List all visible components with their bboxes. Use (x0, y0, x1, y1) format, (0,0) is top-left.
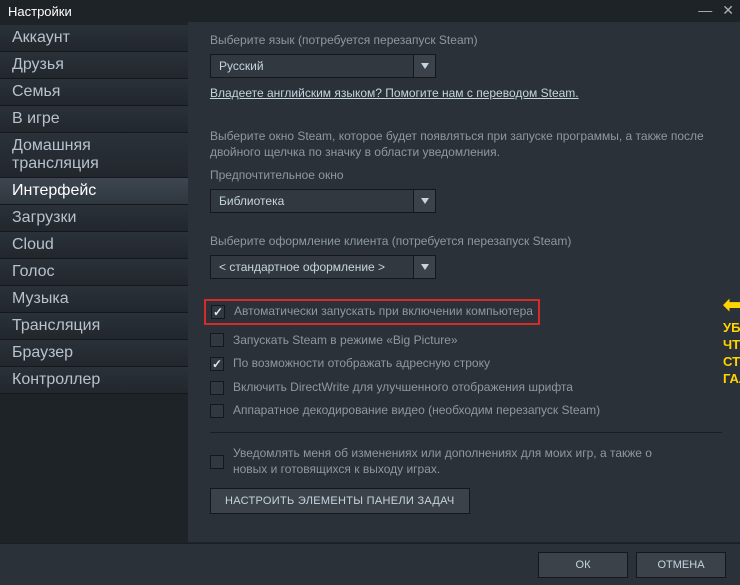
footer: ОК ОТМЕНА (0, 543, 740, 585)
checkbox-label-0: Автоматически запускать при включении ко… (234, 304, 533, 320)
sidebar-item-9[interactable]: Музыка (0, 286, 188, 313)
checkbox-row-4[interactable]: Аппаратное декодирование видео (необходи… (210, 400, 722, 422)
checkbox-label-3: Включить DirectWrite для улучшенного ото… (233, 380, 573, 396)
close-icon[interactable]: ✕ (722, 2, 734, 19)
sidebar-item-6[interactable]: Загрузки (0, 205, 188, 232)
language-label: Выберите язык (потребуется перезапуск St… (210, 32, 722, 48)
checkbox-row-2[interactable]: По возможности отображать адресную строк… (210, 353, 722, 375)
sidebar-item-0[interactable]: Аккаунт (0, 25, 188, 52)
checkbox-0[interactable] (211, 305, 225, 319)
window-title: Настройки (8, 4, 72, 19)
sidebar: АккаунтДрузьяСемьяВ игреДомашняя трансля… (0, 22, 188, 542)
checkbox-label-2: По возможности отображать адресную строк… (233, 356, 490, 372)
arrow-left-icon: ⬅ (723, 294, 740, 316)
annotation-text: Убедитесь, что здесь стоит галочка! (723, 320, 740, 388)
checkbox-label-1: Запускать Steam в режиме «Big Picture» (233, 333, 458, 349)
sidebar-item-1[interactable]: Друзья (0, 52, 188, 79)
pref-window-dropdown[interactable]: Библиотека (210, 189, 436, 213)
titlebar: Настройки — ✕ (0, 0, 740, 22)
separator (210, 432, 722, 433)
language-value: Русский (210, 54, 414, 78)
window-select-label: Выберите окно Steam, которое будет появл… (210, 128, 722, 160)
sidebar-item-11[interactable]: Браузер (0, 340, 188, 367)
checkbox-row-3[interactable]: Включить DirectWrite для улучшенного ото… (210, 377, 722, 399)
notify-label: Уведомлять меня об изменениях или дополн… (233, 446, 663, 477)
sidebar-item-12[interactable]: Контроллер (0, 367, 188, 394)
translate-link[interactable]: Владеете английским языком? Помогите нам… (210, 86, 579, 100)
checkbox-2[interactable] (210, 357, 224, 371)
pref-window-label: Предпочтительное окно (210, 167, 722, 183)
sidebar-item-2[interactable]: Семья (0, 79, 188, 106)
main-panel: Выберите язык (потребуется перезапуск St… (188, 22, 740, 542)
skin-label: Выберите оформление клиента (потребуется… (210, 233, 722, 249)
notify-checkbox[interactable] (210, 455, 224, 469)
chevron-down-icon[interactable] (414, 54, 436, 78)
sidebar-item-7[interactable]: Cloud (0, 232, 188, 259)
checkbox-1[interactable] (210, 333, 224, 347)
sidebar-item-5[interactable]: Интерфейс (0, 178, 188, 205)
checkbox-3[interactable] (210, 381, 224, 395)
skin-value: < стандартное оформление > (210, 255, 414, 279)
minimize-icon[interactable]: — (698, 2, 712, 19)
sidebar-item-3[interactable]: В игре (0, 106, 188, 133)
pref-window-value: Библиотека (210, 189, 414, 213)
sidebar-item-4[interactable]: Домашняя трансляция (0, 133, 188, 178)
checkbox-row-1[interactable]: Запускать Steam в режиме «Big Picture» (210, 330, 722, 352)
checkbox-row-0[interactable]: Автоматически запускать при включении ко… (204, 299, 540, 325)
window-controls: — ✕ (698, 2, 734, 19)
checkbox-4[interactable] (210, 404, 224, 418)
annotation: ⬅ Убедитесь, что здесь стоит галочка! (723, 294, 740, 388)
checkbox-label-4: Аппаратное декодирование видео (необходи… (233, 403, 600, 419)
content: АккаунтДрузьяСемьяВ игреДомашняя трансля… (0, 22, 740, 542)
language-dropdown[interactable]: Русский (210, 54, 436, 78)
ok-button[interactable]: ОК (538, 552, 628, 578)
notify-checkbox-row[interactable]: Уведомлять меня об изменениях или дополн… (210, 443, 722, 480)
sidebar-item-8[interactable]: Голос (0, 259, 188, 286)
chevron-down-icon[interactable] (414, 189, 436, 213)
sidebar-item-10[interactable]: Трансляция (0, 313, 188, 340)
chevron-down-icon[interactable] (414, 255, 436, 279)
skin-dropdown[interactable]: < стандартное оформление > (210, 255, 436, 279)
taskbar-settings-button[interactable]: НАСТРОИТЬ ЭЛЕМЕНТЫ ПАНЕЛИ ЗАДАЧ (210, 488, 470, 514)
cancel-button[interactable]: ОТМЕНА (636, 552, 726, 578)
